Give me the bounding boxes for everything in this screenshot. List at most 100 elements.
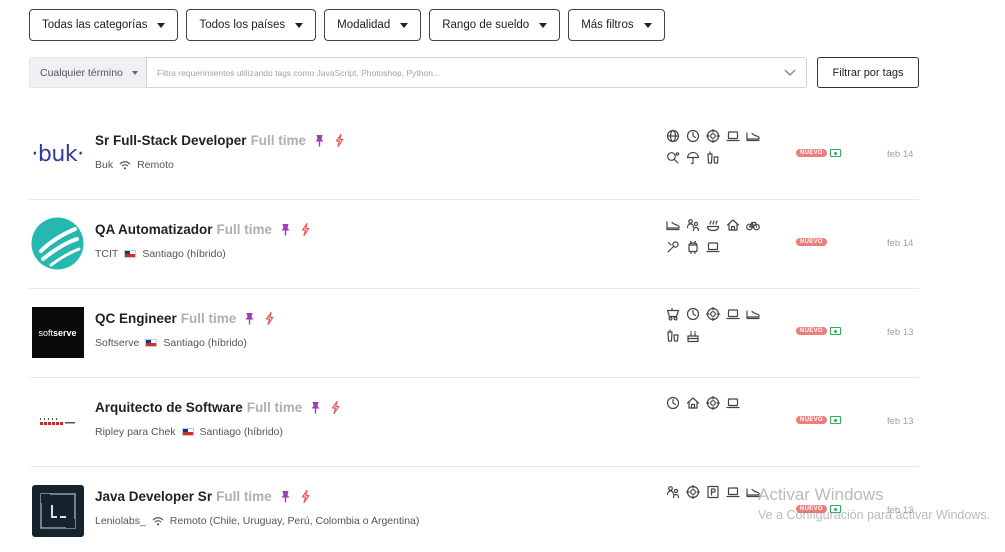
filter-salary-button[interactable]: Rango de sueldo xyxy=(429,9,561,41)
perks-icons xyxy=(665,392,775,414)
lightning-icon xyxy=(335,134,344,147)
term-select[interactable]: Cualquier término xyxy=(29,57,146,88)
drinks-icon[interactable] xyxy=(665,329,680,344)
laptop-icon[interactable] xyxy=(725,129,740,144)
clock-icon[interactable] xyxy=(685,129,700,144)
windows-activation-watermark: Activar Windows Ve a Configuración para … xyxy=(758,485,990,522)
target-icon[interactable] xyxy=(705,396,720,411)
job-meta: TCIT Santiago (híbrido) xyxy=(95,248,226,260)
job-title-line: Sr Full-Stack Developer Full time xyxy=(95,133,344,148)
job-type: Full time xyxy=(216,489,272,504)
target-icon[interactable] xyxy=(705,307,720,322)
pin-icon xyxy=(280,490,291,503)
job-listing-row[interactable]: ·buk· Sr Full-Stack Developer Full time … xyxy=(29,111,919,200)
job-badges: NUEVO xyxy=(796,238,827,246)
caret-down-icon xyxy=(643,22,652,28)
job-date: feb 14 xyxy=(887,149,914,160)
softserve-logo[interactable]: soft serve xyxy=(31,306,84,359)
job-listing-row[interactable]: soft serve QC Engineer Full time Softserv… xyxy=(29,289,919,378)
bicycle-icon[interactable] xyxy=(745,218,760,233)
job-location: Santiago (híbrido) xyxy=(142,248,226,260)
filter-modality-button[interactable]: Modalidad xyxy=(324,9,422,41)
shoe-icon[interactable] xyxy=(665,218,680,233)
caret-down-icon xyxy=(539,22,548,28)
android-icon[interactable] xyxy=(685,240,700,255)
job-type: Full time xyxy=(216,222,273,237)
term-select-label: Cualquier término xyxy=(40,66,123,79)
filter-countries-button[interactable]: Todos los países xyxy=(186,9,317,41)
shoe-icon[interactable] xyxy=(745,307,760,322)
salary-money-icon xyxy=(829,327,841,335)
filter-salary-label: Rango de sueldo xyxy=(442,19,530,31)
job-location: Santiago (híbrido) xyxy=(163,337,247,349)
company-name[interactable]: Buk xyxy=(95,159,113,171)
pin-icon xyxy=(310,401,321,414)
job-listing-row[interactable]: Arquitecto de Software Full time Ripley … xyxy=(29,378,919,467)
caret-down-icon xyxy=(157,22,166,28)
job-location: Santiago (híbrido) xyxy=(199,426,284,438)
job-badges: NUEVO xyxy=(796,327,841,335)
laptop-icon[interactable] xyxy=(705,240,720,255)
meal-icon[interactable] xyxy=(705,218,720,233)
job-title-line: QA Automatizador Full time xyxy=(95,222,310,237)
baby-icon[interactable] xyxy=(665,307,680,322)
perks-icons xyxy=(665,125,775,169)
perks-icons xyxy=(665,303,775,347)
job-title[interactable]: QC Engineer xyxy=(95,311,177,326)
job-date: feb 14 xyxy=(887,238,914,249)
job-meta: Softserve Santiago (híbrido) xyxy=(95,337,247,349)
laptop-icon[interactable] xyxy=(725,485,740,500)
watermark-title: Activar Windows xyxy=(758,485,884,504)
job-title[interactable]: Java Developer Sr xyxy=(95,489,212,504)
new-badge: NUEVO xyxy=(796,327,827,335)
job-title[interactable]: Arquitecto de Software xyxy=(95,400,243,415)
parking-icon[interactable] xyxy=(705,485,720,500)
job-title[interactable]: Sr Full-Stack Developer xyxy=(95,133,247,148)
tag-input[interactable] xyxy=(157,67,757,78)
tools-icon[interactable] xyxy=(665,240,680,255)
lightning-icon xyxy=(301,223,310,236)
filter-more-button[interactable]: Más filtros xyxy=(568,9,665,41)
leniolabs-logo[interactable] xyxy=(31,484,84,537)
buk-logo[interactable]: ·buk· xyxy=(31,128,84,181)
filter-more-label: Más filtros xyxy=(581,19,634,31)
caret-down-icon xyxy=(295,22,304,28)
cake-icon[interactable] xyxy=(685,329,700,344)
ripley-logo[interactable] xyxy=(31,395,84,448)
chile-flag-icon xyxy=(124,250,137,258)
filter-categories-button[interactable]: Todas las categorías xyxy=(29,9,179,41)
company-name[interactable]: Leniolabs_ xyxy=(95,515,146,527)
tcit-logo[interactable] xyxy=(31,217,84,270)
chevron-down-icon[interactable] xyxy=(784,69,796,77)
shoe-icon[interactable] xyxy=(745,129,760,144)
salary-money-icon xyxy=(829,149,841,157)
target-icon[interactable] xyxy=(705,129,720,144)
people-icon[interactable] xyxy=(665,485,680,500)
job-meta: Ripley para Chek Santiago (híbrido) xyxy=(95,426,283,438)
pin-icon xyxy=(280,223,291,236)
home-icon[interactable] xyxy=(685,396,700,411)
home-icon[interactable] xyxy=(725,218,740,233)
watermark-subtitle: Ve a Configuración para activar Windows. xyxy=(758,508,991,522)
filter-by-tags-button[interactable]: Filtrar por tags xyxy=(817,57,919,88)
company-name[interactable]: TCIT xyxy=(95,248,118,260)
job-listing-row[interactable]: QA Automatizador Full time TCIT Santiago… xyxy=(29,200,919,289)
filter-bar: Todas las categorías Todos los países Moda… xyxy=(29,9,665,41)
umbrella-icon[interactable] xyxy=(685,151,700,166)
job-title[interactable]: QA Automatizador xyxy=(95,222,213,237)
target-icon[interactable] xyxy=(685,485,700,500)
ping-pong-icon[interactable] xyxy=(665,151,680,166)
lightning-icon xyxy=(331,401,340,414)
clock-icon[interactable] xyxy=(665,396,680,411)
perks-icons xyxy=(665,214,775,258)
laptop-icon[interactable] xyxy=(725,307,740,322)
globe-icon[interactable] xyxy=(665,129,680,144)
drinks-icon[interactable] xyxy=(705,151,720,166)
people-icon[interactable] xyxy=(685,218,700,233)
softserve-logo-text-a: soft xyxy=(38,327,53,338)
clock-icon[interactable] xyxy=(685,307,700,322)
company-name[interactable]: Softserve xyxy=(95,337,139,349)
laptop-icon[interactable] xyxy=(725,396,740,411)
tag-input-field[interactable] xyxy=(146,57,807,88)
company-name[interactable]: Ripley para Chek xyxy=(95,426,176,438)
